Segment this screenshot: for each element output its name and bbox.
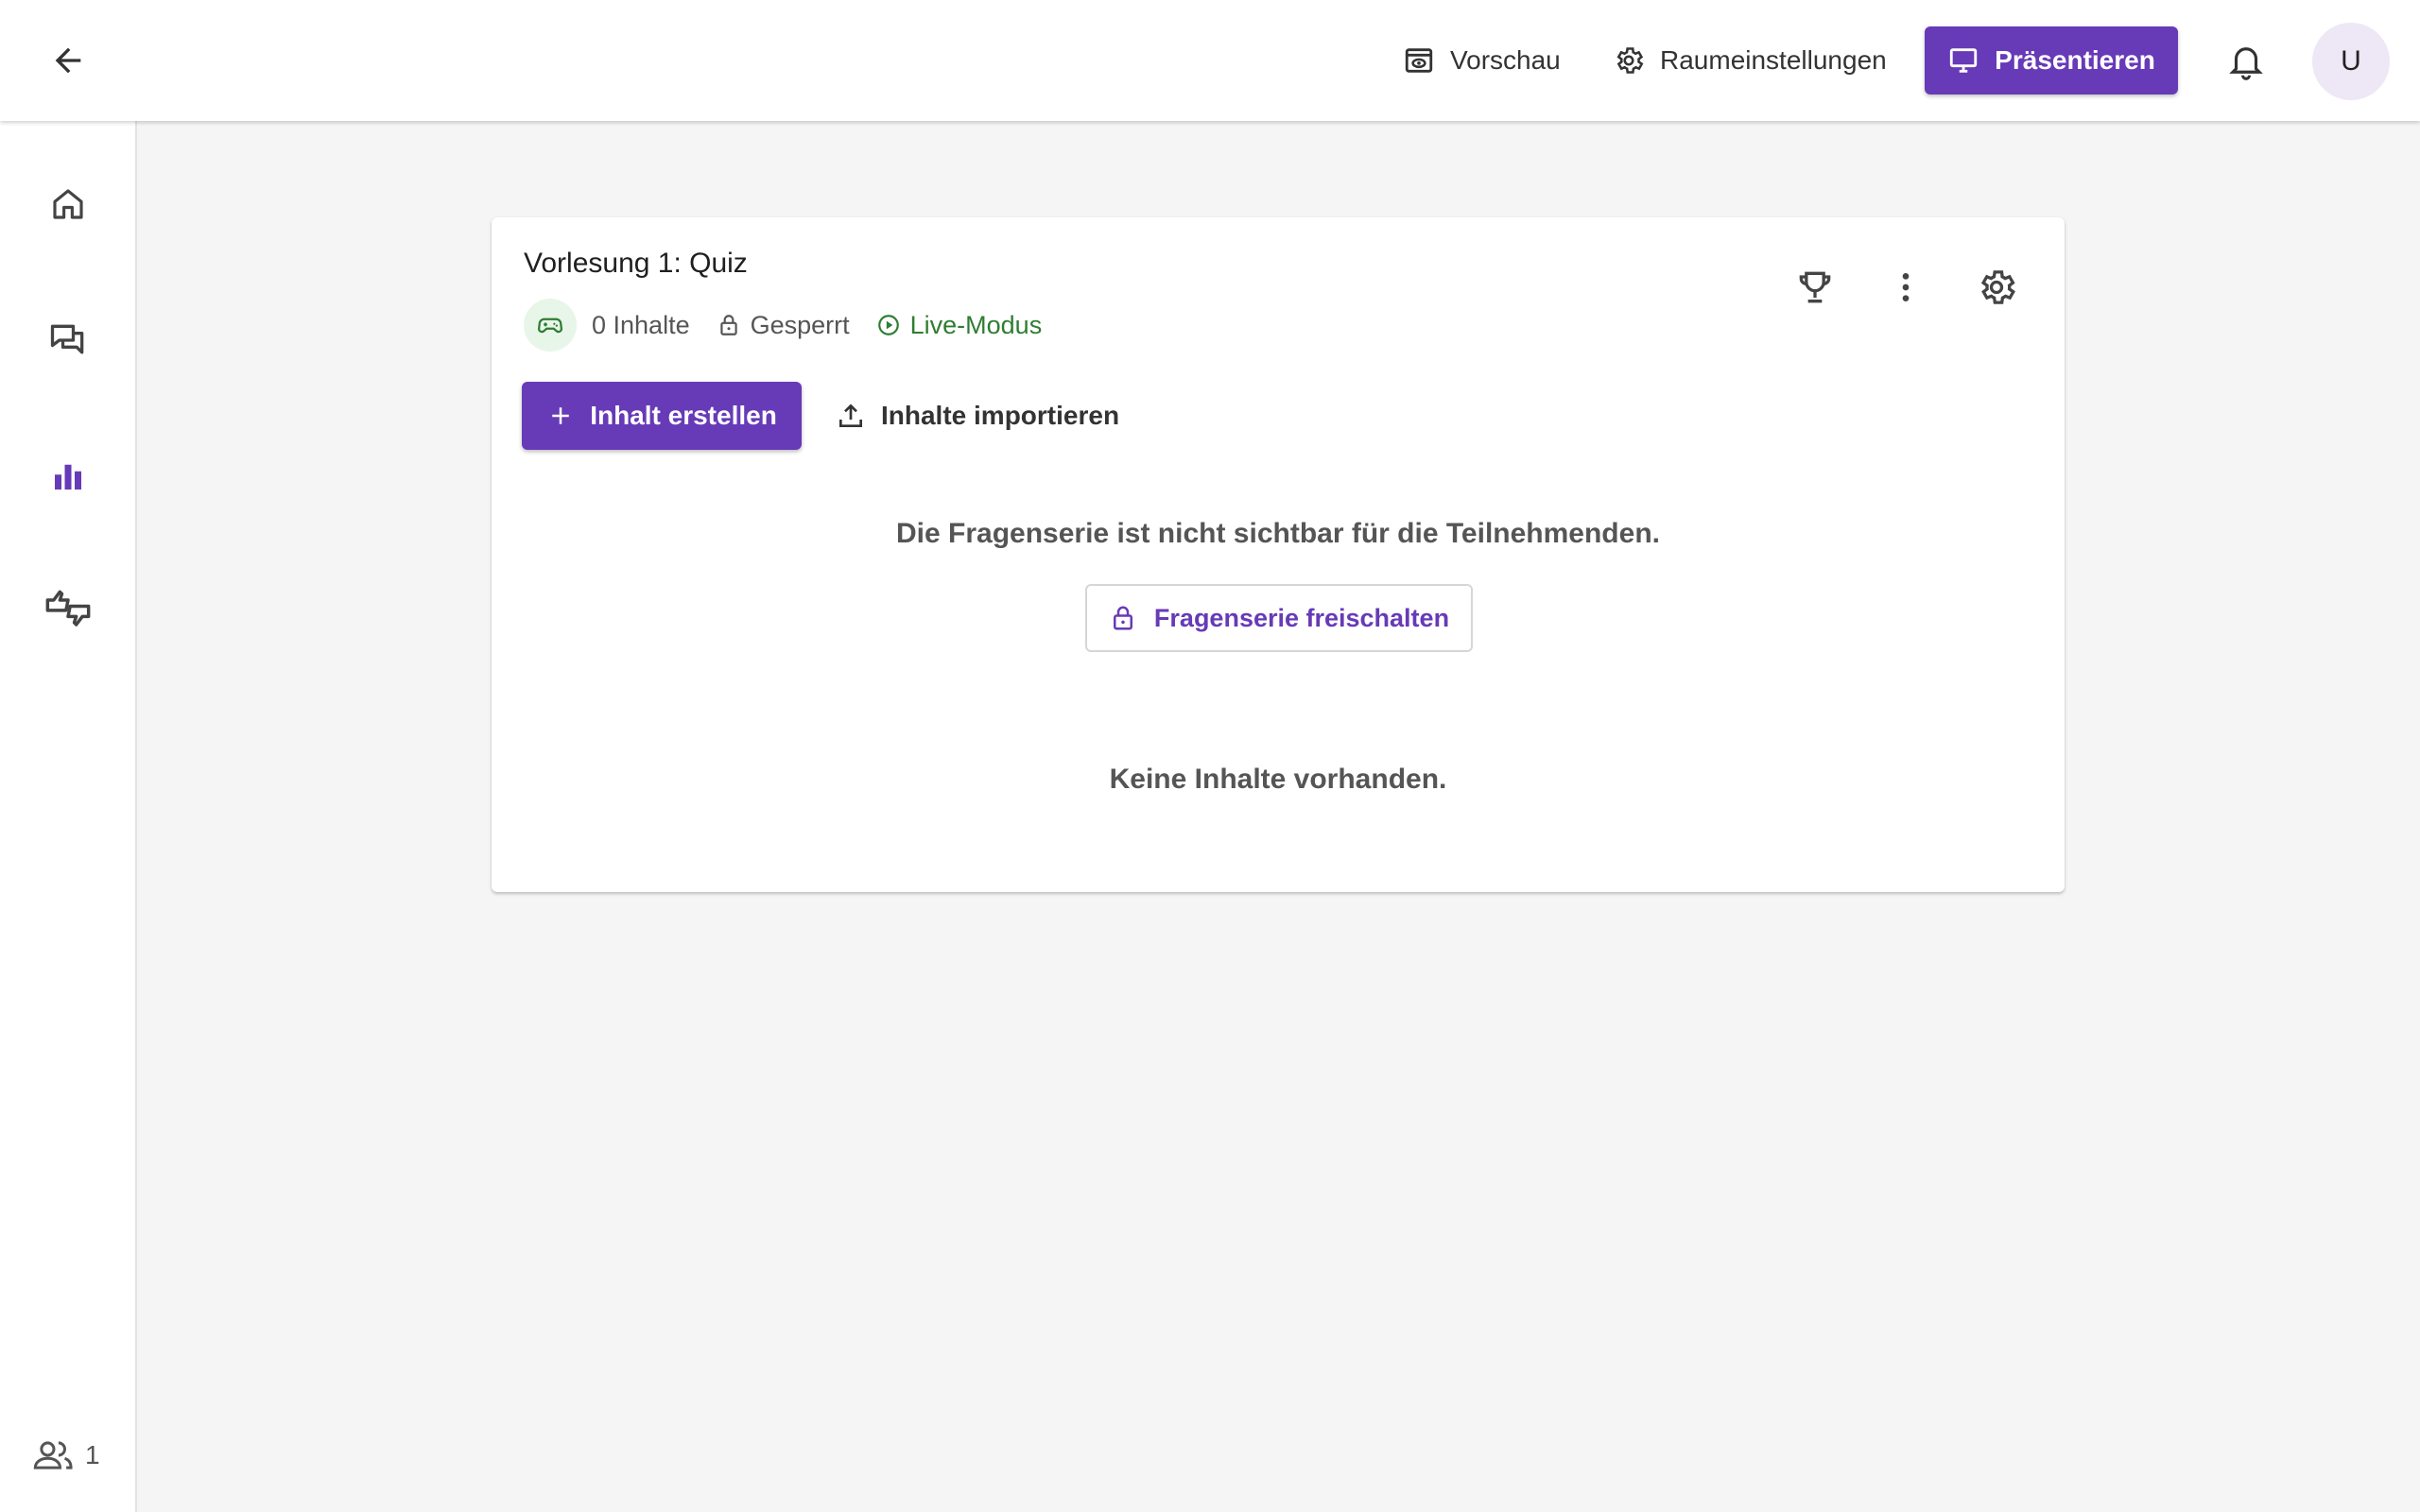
gamepad-icon [538,318,562,334]
unlock-series-label: Fragenserie freischalten [1153,603,1450,632]
avatar-initial: U [2341,45,2361,77]
live-mode-label: Live-Modus [909,310,1043,339]
room-settings-button[interactable]: Raumeinstellungen [1613,28,1887,93]
bar-chart-icon [55,464,81,490]
room-settings-label: Raumeinstellungen [1660,45,1887,75]
series-settings-button[interactable] [1966,257,2027,318]
more-options-button[interactable] [1876,257,1936,318]
bell-icon [2229,47,2263,80]
import-content-label: Inhalte importieren [881,401,1120,430]
comments-icon [50,324,84,354]
empty-state-message: Keine Inhalte vorhanden. [1109,764,1447,795]
content-series-card: Vorlesung 1: Quiz 0 Inhalte Gesperrt Liv… [492,217,2065,892]
upload-icon [839,404,862,427]
back-button[interactable] [38,30,98,91]
content-count: 0 Inhalte [592,310,690,339]
plus-icon [552,407,569,424]
unlock-series-button[interactable]: Fragenserie freischalten [1085,584,1473,652]
home-icon [53,189,83,219]
gear-icon [1616,47,1644,74]
lock-icon [719,315,737,335]
lock-open-icon [1113,606,1132,630]
present-label: Präsentieren [1995,45,2155,75]
preview-label: Vorschau [1450,45,1561,75]
create-content-label: Inhalt erstellen [590,401,777,430]
preview-button[interactable]: Vorschau [1403,28,1561,93]
more-vert-icon [1902,273,1910,301]
present-button[interactable]: Präsentieren [1925,26,2178,94]
visibility-notice: Die Fragenserie ist nicht sichtbar für d… [896,518,1660,549]
nav-item-feedback[interactable] [34,578,102,646]
series-title: Vorlesung 1: Quiz [524,248,748,279]
leaderboard-button[interactable] [1785,257,1845,318]
online-count: 1 [85,1440,100,1469]
nav-item-comments[interactable] [34,306,102,374]
quiz-type-badge [524,299,577,352]
gear-icon [1980,270,2015,304]
side-navigation: 1 [0,121,137,1512]
feedback-icon [45,590,91,627]
trophy-icon [1799,271,1831,303]
notifications-button[interactable] [2216,30,2276,91]
people-icon [33,1441,73,1469]
preview-icon [1405,48,1433,73]
create-content-button[interactable]: Inhalt erstellen [522,382,802,450]
top-app-bar: Vorschau Raumeinstellungen Präsentieren … [0,0,2420,121]
nav-item-content-series[interactable] [34,442,102,510]
import-content-button[interactable]: Inhalte importieren [836,382,1119,450]
nav-item-home[interactable] [34,170,102,238]
series-meta: 0 Inhalte Gesperrt Live-Modus [524,299,1042,352]
monitor-icon [1950,48,1978,73]
play-circle-icon [877,315,899,335]
arrow-back-icon [55,47,81,74]
user-avatar[interactable]: U [2312,23,2390,100]
online-users-indicator: 1 [32,1436,100,1474]
lock-status: Gesperrt [750,310,850,339]
